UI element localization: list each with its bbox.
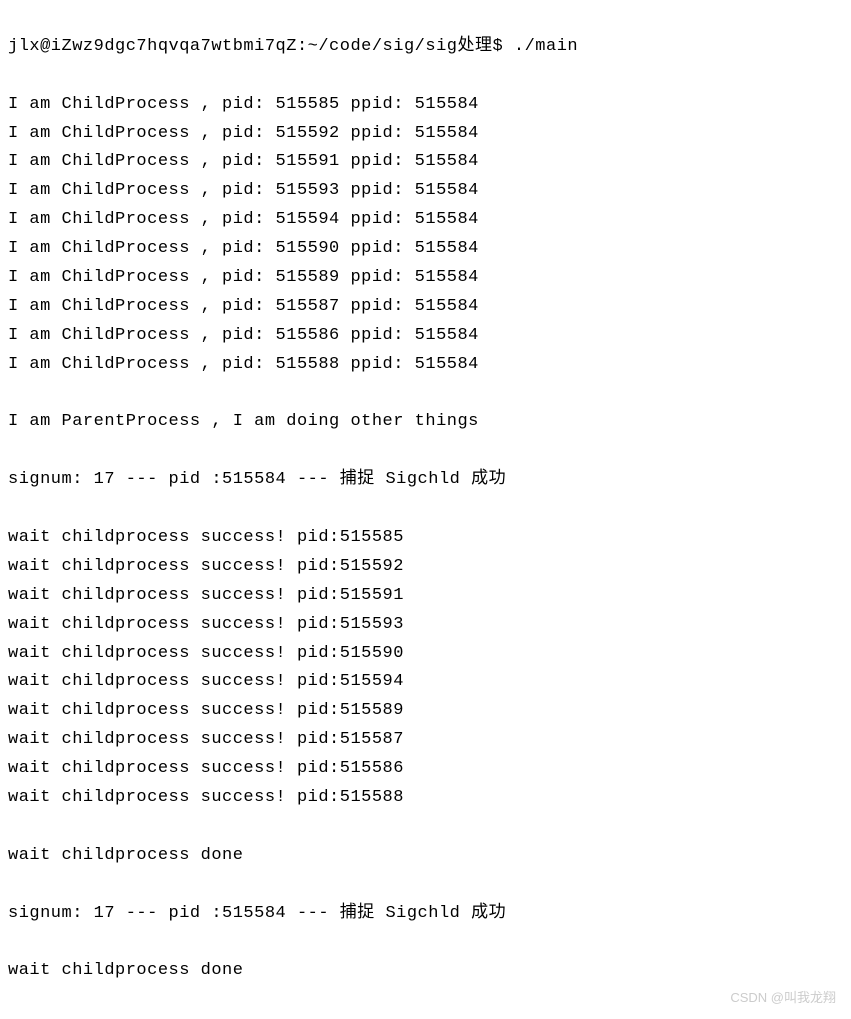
shell-prompt-line[interactable]: jlx@iZwz9dgc7hqvqa7wtbmi7qZ:~/code/sig/s… — [8, 33, 843, 62]
wait-success-line: wait childprocess success! pid:515588 — [8, 784, 843, 813]
watermark-text: CSDN @叫我龙翔 — [730, 987, 836, 1009]
parent-process-line: I am ParentProcess , I am doing other th… — [8, 408, 843, 437]
wait-success-line: wait childprocess success! pid:515592 — [8, 553, 843, 582]
wait-done-line: wait childprocess done — [8, 842, 843, 871]
wait-success-line: wait childprocess success! pid:515593 — [8, 611, 843, 640]
terminal-output: jlx@iZwz9dgc7hqvqa7wtbmi7qZ:~/code/sig/s… — [8, 4, 843, 1015]
wait-success-line: wait childprocess success! pid:515585 — [8, 524, 843, 553]
sigchld-line: signum: 17 --- pid :515584 --- 捕捉 Sigchl… — [8, 900, 843, 929]
prompt-symbol: $ — [492, 37, 503, 56]
wait-success-line: wait childprocess success! pid:515594 — [8, 668, 843, 697]
wait-success-line: wait childprocess success! pid:515590 — [8, 640, 843, 669]
child-process-line: I am ChildProcess , pid: 515594 ppid: 51… — [8, 206, 843, 235]
wait-success-line: wait childprocess success! pid:515586 — [8, 755, 843, 784]
child-process-line: I am ChildProcess , pid: 515592 ppid: 51… — [8, 120, 843, 149]
wait-done-line: wait childprocess done — [8, 957, 843, 986]
child-process-line: I am ChildProcess , pid: 515590 ppid: 51… — [8, 235, 843, 264]
prompt-command: ./main — [514, 37, 578, 56]
wait-success-line: wait childprocess success! pid:515589 — [8, 697, 843, 726]
wait-success-line: wait childprocess success! pid:515591 — [8, 582, 843, 611]
child-process-line: I am ChildProcess , pid: 515588 ppid: 51… — [8, 351, 843, 380]
prompt-user-host-path: jlx@iZwz9dgc7hqvqa7wtbmi7qZ:~/code/sig/s… — [8, 37, 492, 56]
sigchld-line: signum: 17 --- pid :515584 --- 捕捉 Sigchl… — [8, 466, 843, 495]
child-process-line: I am ChildProcess , pid: 515587 ppid: 51… — [8, 293, 843, 322]
child-process-line: I am ChildProcess , pid: 515591 ppid: 51… — [8, 148, 843, 177]
child-process-line: I am ChildProcess , pid: 515586 ppid: 51… — [8, 322, 843, 351]
child-process-line: I am ChildProcess , pid: 515585 ppid: 51… — [8, 91, 843, 120]
child-process-line: I am ChildProcess , pid: 515589 ppid: 51… — [8, 264, 843, 293]
wait-success-line: wait childprocess success! pid:515587 — [8, 726, 843, 755]
child-process-line: I am ChildProcess , pid: 515593 ppid: 51… — [8, 177, 843, 206]
